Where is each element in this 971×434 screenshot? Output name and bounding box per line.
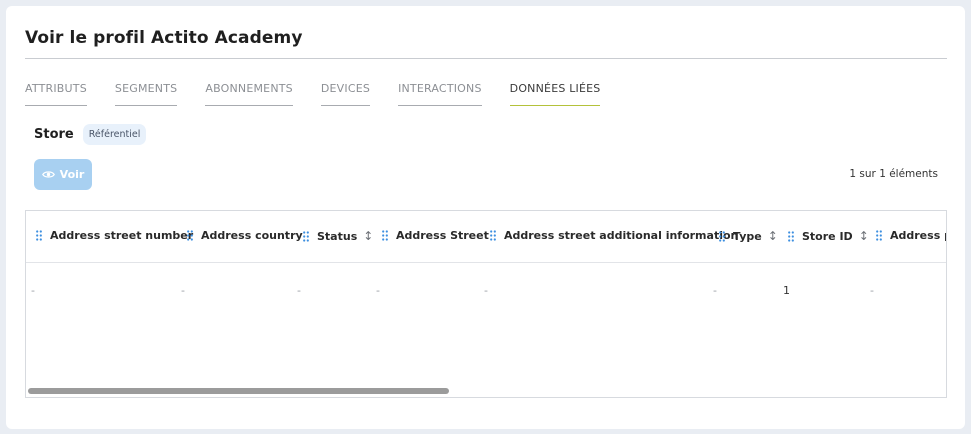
sort-icon[interactable]: ↕ — [363, 229, 373, 243]
column-header-address-street[interactable]: Address Street — [382, 229, 489, 242]
profile-tabs: ATTRIBUTS SEGMENTS ABONNEMENTS DEVICES I… — [25, 82, 628, 106]
column-header-address-street-additional-information[interactable]: Address street additional information — [490, 229, 738, 242]
drag-handle-icon[interactable] — [788, 230, 794, 242]
tab-devices[interactable]: DEVICES — [320, 82, 371, 106]
result-count: 1 sur 1 éléments — [849, 168, 938, 180]
drag-handle-icon[interactable] — [490, 230, 496, 241]
column-header-store-id[interactable]: Store ID ↕ — [788, 229, 869, 243]
table-cell: - — [297, 284, 301, 297]
column-header-address-street-number[interactable]: Address street number — [36, 229, 193, 242]
table-cell: - — [484, 284, 488, 297]
table-cell: 1 — [783, 284, 790, 297]
section-title: Store — [34, 127, 74, 142]
scrollbar-thumb[interactable] — [28, 388, 449, 394]
profile-card: Voir le profil Actito Academy ATTRIBUTS … — [6, 6, 965, 429]
tab-segments[interactable]: SEGMENTS — [114, 82, 178, 106]
column-header-address-country[interactable]: Address country — [187, 229, 303, 242]
data-table: Address street number Address country St… — [25, 210, 947, 398]
eye-icon — [41, 170, 55, 179]
tab-interactions[interactable]: INTERACTIONS — [398, 82, 482, 106]
tab-abonnements[interactable]: ABONNEMENTS — [205, 82, 293, 106]
drag-handle-icon[interactable] — [382, 230, 388, 241]
referentiel-badge: Référentiel — [82, 124, 147, 145]
table-cell: - — [376, 284, 380, 297]
table-cell: - — [31, 284, 35, 297]
drag-handle-icon[interactable] — [303, 230, 309, 242]
section-header: Store Référentiel — [34, 124, 147, 145]
drag-handle-icon[interactable] — [187, 230, 193, 241]
table-cell: - — [713, 284, 717, 297]
page-title: Voir le profil Actito Academy — [25, 28, 303, 48]
view-button[interactable]: Voir — [34, 159, 92, 190]
tab-donnees-liees[interactable]: DONNÉES LIÉES — [509, 82, 601, 106]
column-header-type[interactable]: Type ↕ — [719, 229, 778, 243]
view-button-label: Voir — [59, 168, 85, 181]
column-header-status[interactable]: Status ↕ — [303, 229, 373, 243]
title-divider — [25, 58, 947, 59]
horizontal-scrollbar[interactable] — [28, 388, 944, 394]
drag-handle-icon[interactable] — [876, 230, 882, 241]
sort-icon[interactable]: ↕ — [768, 229, 778, 243]
table-cell: - — [181, 284, 185, 297]
table-header: Address street number Address country St… — [26, 211, 946, 263]
drag-handle-icon[interactable] — [36, 230, 42, 241]
drag-handle-icon[interactable] — [719, 230, 725, 242]
table-cell: - — [870, 284, 874, 297]
sort-icon[interactable]: ↕ — [859, 229, 869, 243]
tab-attributs[interactable]: ATTRIBUTS — [25, 82, 87, 106]
column-header-address-po[interactable]: Address po — [876, 229, 946, 242]
